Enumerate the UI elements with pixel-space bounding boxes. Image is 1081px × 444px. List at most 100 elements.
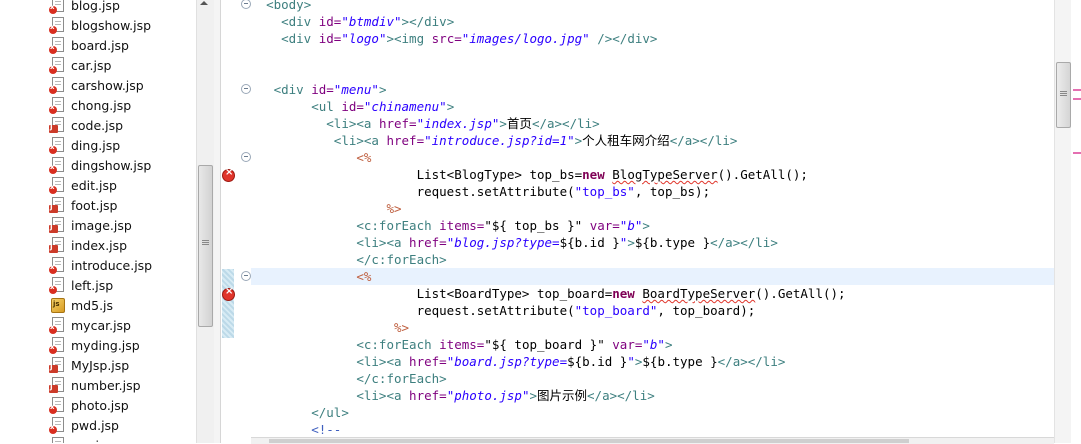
- file-item[interactable]: number.jsp: [49, 375, 141, 395]
- code-line[interactable]: </ul>: [251, 404, 1054, 421]
- code-line[interactable]: <%: [251, 149, 1054, 166]
- code-line[interactable]: <li><a href="blog.jsp?type=${b.id }">${b…: [251, 234, 1054, 251]
- code-token: </a></li>: [717, 354, 786, 369]
- file-item[interactable]: introduce.jsp: [49, 255, 152, 275]
- error-icon[interactable]: [222, 167, 235, 182]
- code-line[interactable]: <div id="btmdiv"></div>: [251, 13, 1054, 30]
- overview-ruler[interactable]: [1071, 0, 1081, 443]
- file-name: left.jsp: [71, 277, 114, 293]
- jsp-file-error-icon: [49, 57, 65, 74]
- code-token: "blog.jsp?type=: [446, 235, 560, 250]
- fold-collapse-icon[interactable]: [241, 271, 251, 281]
- code-token: request.setAttribute(: [416, 184, 575, 199]
- code-line[interactable]: request.setAttribute("top_board", top_bo…: [251, 302, 1054, 319]
- file-name: board.jsp: [71, 37, 129, 53]
- code-line[interactable]: <li><a href="index.jsp">首页</a></li>: [251, 115, 1054, 132]
- file-item[interactable]: blog.jsp: [49, 0, 120, 15]
- code-token: </ul>: [311, 405, 349, 420]
- file-item[interactable]: car.jsp: [49, 55, 111, 75]
- code-line[interactable]: %>: [251, 319, 1054, 336]
- file-item[interactable]: photo.jsp: [49, 395, 129, 415]
- error-icon[interactable]: [222, 286, 235, 301]
- code-line[interactable]: List<BoardType> top_board=new BoardTypeS…: [251, 285, 1054, 302]
- file-item[interactable]: pwd.jsp: [49, 415, 119, 435]
- code-line[interactable]: <c:forEach items="${ top_board }" var="b…: [251, 336, 1054, 353]
- code-line[interactable]: </c:forEach>: [251, 370, 1054, 387]
- code-line[interactable]: [251, 47, 1054, 64]
- code-line[interactable]: <ul id="chinamenu">: [251, 98, 1054, 115]
- code-token: 图片示例: [537, 388, 588, 403]
- editor-vertical-scrollbar[interactable]: [1054, 0, 1071, 443]
- code-line[interactable]: <li><a href="photo.jsp">图片示例</a></li>: [251, 387, 1054, 404]
- code-token: href=: [386, 133, 425, 148]
- code-token: 个人租车网介绍: [582, 133, 670, 148]
- code-token: ${b.type }: [634, 235, 711, 250]
- file-item[interactable]: md5.js: [50, 295, 113, 315]
- code-line[interactable]: </c:forEach>: [251, 251, 1054, 268]
- horizontal-scroll-thumb[interactable]: [269, 439, 909, 443]
- code-token: List<BlogType> top_bs=: [416, 167, 583, 182]
- jsp-file-icon: [49, 377, 65, 393]
- fold-collapse-icon[interactable]: [241, 152, 251, 162]
- code-line[interactable]: List<BlogType> top_bs=new BlogTypeServer…: [251, 166, 1054, 183]
- overview-marker[interactable]: [1073, 89, 1081, 91]
- file-item[interactable]: mycar.jsp: [49, 315, 131, 335]
- code-token: <li><a: [326, 116, 379, 131]
- code-token: ${b.id }: [567, 354, 628, 369]
- code-token: >: [446, 99, 455, 114]
- code-line[interactable]: <c:forEach items="${ top_bs }" var="b">: [251, 217, 1054, 234]
- code-line[interactable]: %>: [251, 200, 1054, 217]
- code-token: href=: [378, 116, 417, 131]
- file-item[interactable]: index.jsp: [49, 235, 127, 255]
- jsp-file-error-icon: [49, 77, 65, 94]
- file-item[interactable]: blogshow.jsp: [49, 15, 151, 35]
- file-item[interactable]: chong.jsp: [49, 95, 131, 115]
- code-token: ().GetAll();: [755, 286, 846, 301]
- overview-marker[interactable]: [1073, 152, 1081, 154]
- code-token: new: [612, 286, 635, 301]
- explorer-scroll-thumb[interactable]: [198, 165, 213, 327]
- code-line[interactable]: <li><a href="board.jsp?type=${b.id }">${…: [251, 353, 1054, 370]
- file-item[interactable]: board.jsp: [49, 35, 129, 55]
- file-item[interactable]: carshow.jsp: [49, 75, 144, 95]
- pane-splitter[interactable]: [214, 0, 221, 443]
- file-item[interactable]: dingshow.jsp: [49, 155, 151, 175]
- file-item[interactable]: foot.jsp: [49, 195, 118, 215]
- code-token: </a></li>: [710, 235, 778, 250]
- file-item[interactable]: code.jsp: [49, 115, 123, 135]
- file-name: number.jsp: [71, 377, 141, 393]
- overview-marker[interactable]: [1073, 98, 1081, 100]
- file-name: carshow.jsp: [71, 77, 144, 93]
- code-token: >: [627, 235, 635, 250]
- code-token: ().GetAll();: [717, 167, 808, 182]
- code-line[interactable]: <!--: [251, 421, 1054, 437]
- file-item[interactable]: myding.jsp: [49, 335, 140, 355]
- code-token: <c:forEach: [356, 218, 440, 233]
- code-line[interactable]: request.setAttribute("top_bs", top_bs);: [251, 183, 1054, 200]
- code-token: request.setAttribute(: [416, 303, 575, 318]
- code-line[interactable]: [251, 64, 1054, 81]
- jsp-file-error-icon: [49, 97, 65, 114]
- file-item[interactable]: reg.jsp: [50, 435, 113, 443]
- file-item[interactable]: image.jsp: [49, 215, 132, 235]
- code-line[interactable]: <div id="logo"><img src="images/logo.jpg…: [251, 30, 1054, 47]
- code-line[interactable]: <div id="menu">: [251, 81, 1054, 98]
- file-item[interactable]: ding.jsp: [49, 135, 120, 155]
- editor-scroll-thumb[interactable]: [1056, 62, 1071, 128]
- code-line[interactable]: <%: [251, 268, 1054, 285]
- explorer-scrollbar[interactable]: [196, 0, 214, 443]
- code-line[interactable]: <body>: [251, 0, 1054, 13]
- fold-collapse-icon[interactable]: [241, 84, 251, 94]
- code-editor[interactable]: <body> <div id="btmdiv"></div> <div id="…: [251, 0, 1054, 437]
- code-token: BlogTypeServer: [612, 167, 718, 182]
- code-line[interactable]: <li><a href="introduce.jsp?id=1">个人租车网介绍…: [251, 132, 1054, 149]
- file-item[interactable]: edit.jsp: [49, 175, 117, 195]
- file-item[interactable]: left.jsp: [49, 275, 114, 295]
- file-item[interactable]: MyJsp.jsp: [49, 355, 129, 375]
- scroll-up-arrow-icon[interactable]: [200, 1, 208, 5]
